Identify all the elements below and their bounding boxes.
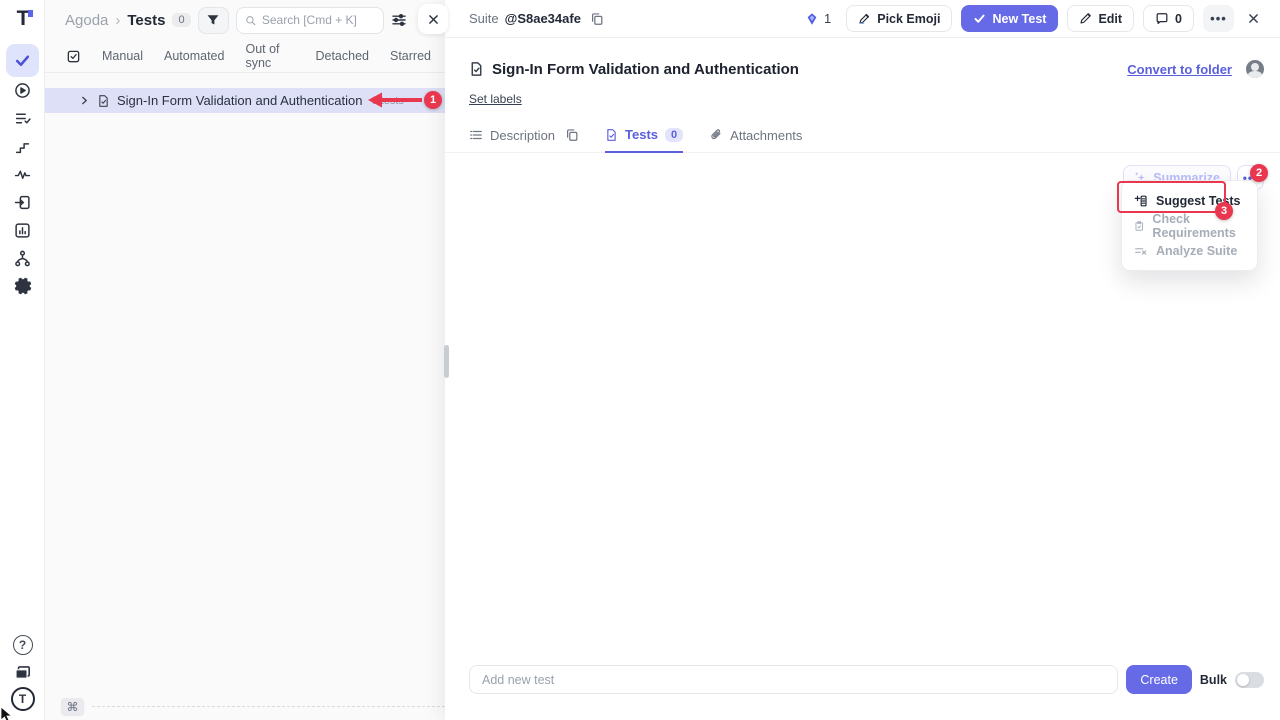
suite-id: @S8ae34afe	[505, 11, 581, 26]
emoji-pen-icon	[858, 12, 871, 25]
nav-tests-icon[interactable]	[6, 44, 39, 77]
chevron-right-icon[interactable]	[79, 95, 90, 106]
tree-panel-toolbar: Agoda › Tests 0	[45, 0, 445, 40]
filter-manual[interactable]: Manual	[102, 49, 143, 63]
comment-icon	[1155, 12, 1169, 26]
edit-button[interactable]: Edit	[1067, 5, 1134, 32]
keyboard-shortcut-chip[interactable]: ⌘	[61, 698, 84, 715]
suite-doc-icon	[469, 61, 484, 77]
bulk-toggle[interactable]	[1235, 672, 1264, 688]
close-detail-button[interactable]	[1243, 12, 1264, 25]
annotation-step-3: 3	[1215, 202, 1233, 220]
search-icon	[245, 14, 256, 27]
header-more-button[interactable]: •••	[1203, 5, 1234, 32]
suite-doc-icon	[97, 94, 110, 108]
add-test-footer: Create Bulk	[469, 665, 1264, 694]
filter-out-of-sync[interactable]: Out of sync	[245, 42, 294, 70]
menu-check-requirements[interactable]: Check Requirements	[1122, 213, 1257, 238]
search-input[interactable]	[262, 13, 375, 27]
set-labels-link[interactable]: Set labels	[469, 92, 522, 106]
annotation-arrow-1	[368, 91, 424, 109]
suite-title: Sign-In Form Validation and Authenticati…	[492, 61, 799, 78]
view-settings-icon[interactable]	[391, 12, 407, 28]
assignee-avatar[interactable]	[1246, 60, 1264, 78]
suite-doc-icon	[605, 128, 618, 142]
convert-to-folder-link[interactable]: Convert to folder	[1127, 62, 1232, 77]
nav-settings-icon[interactable]	[6, 269, 39, 302]
create-button[interactable]: Create	[1126, 665, 1192, 694]
select-all-icon[interactable]	[66, 49, 81, 64]
gem-count: 1	[824, 11, 831, 26]
gem-icon	[805, 12, 819, 26]
edit-label: Edit	[1098, 12, 1122, 26]
suite-title-row: Sign-In Form Validation and Authenticati…	[469, 60, 1264, 78]
suite-header: Suite @S8ae34afe 1 Pick Emoji New Test E…	[445, 0, 1280, 38]
add-test-input[interactable]	[469, 665, 1118, 694]
paperclip-icon	[709, 128, 723, 142]
close-icon	[1247, 12, 1260, 25]
copy-description-button[interactable]	[565, 128, 579, 151]
toggle-knob	[1237, 674, 1249, 686]
pick-emoji-button[interactable]: Pick Emoji	[846, 5, 952, 32]
analyze-icon	[1134, 244, 1148, 258]
copy-icon	[590, 12, 604, 26]
breadcrumb-project[interactable]: Agoda	[65, 12, 108, 29]
tests-tab-badge: 0	[665, 128, 683, 142]
tab-tests[interactable]: Tests 0	[605, 127, 683, 153]
tree-item-title[interactable]: Sign-In Form Validation and Authenticati…	[117, 93, 362, 108]
filter-detached[interactable]: Detached	[315, 49, 369, 63]
breadcrumb-section[interactable]: Tests	[127, 12, 165, 29]
app-rail: T ? T	[0, 0, 45, 720]
annotation-step-2: 2	[1250, 164, 1268, 182]
logo-accent	[28, 10, 33, 17]
tree-panel-footer: ⌘	[61, 698, 445, 715]
suggest-tests-icon	[1134, 194, 1148, 208]
app-logo[interactable]: T	[10, 6, 36, 32]
pencil-icon	[1079, 12, 1092, 25]
gem-counter[interactable]: 1	[805, 11, 831, 26]
tab-description[interactable]: Description	[469, 128, 555, 152]
search-box[interactable]	[236, 7, 384, 34]
ai-actions-menu: Suggest Tests Check Requirements Analyze…	[1121, 180, 1258, 271]
bulk-label: Bulk	[1200, 673, 1227, 687]
filter-automated[interactable]: Automated	[164, 49, 224, 63]
clipboard-check-icon	[1134, 219, 1144, 233]
filter-tabs: Manual Automated Out of sync Detached St…	[45, 40, 445, 73]
close-icon	[427, 13, 440, 26]
tests-count-badge: 0	[172, 13, 190, 27]
list-icon	[469, 128, 483, 142]
annotation-step-1: 1	[424, 91, 442, 109]
tab-attachments[interactable]: Attachments	[709, 128, 802, 152]
menu-suggest-tests[interactable]: Suggest Tests	[1122, 188, 1257, 213]
comments-count: 0	[1175, 12, 1182, 26]
panel-resize-handle[interactable]	[444, 345, 449, 378]
suite-tabs: Description Tests 0 Attachments	[445, 127, 1280, 153]
new-test-label: New Test	[992, 12, 1046, 26]
copy-icon	[565, 128, 579, 142]
pick-emoji-label: Pick Emoji	[877, 12, 940, 26]
filter-starred[interactable]: Starred	[390, 49, 431, 63]
suite-detail-panel: Suite @S8ae34afe 1 Pick Emoji New Test E…	[445, 0, 1280, 720]
more-icon: •••	[1210, 11, 1227, 26]
mouse-cursor	[0, 707, 14, 720]
menu-analyze-suite[interactable]: Analyze Suite	[1122, 238, 1257, 263]
filter-button[interactable]	[198, 7, 229, 34]
breadcrumb-separator: ›	[115, 12, 120, 29]
copy-suite-id-button[interactable]	[590, 12, 604, 26]
suite-type-label: Suite	[469, 11, 499, 26]
new-test-button[interactable]: New Test	[961, 5, 1058, 32]
check-icon	[973, 12, 986, 25]
close-panel-button[interactable]	[418, 4, 448, 34]
footer-dashed-divider	[92, 706, 445, 707]
comments-button[interactable]: 0	[1143, 5, 1194, 32]
